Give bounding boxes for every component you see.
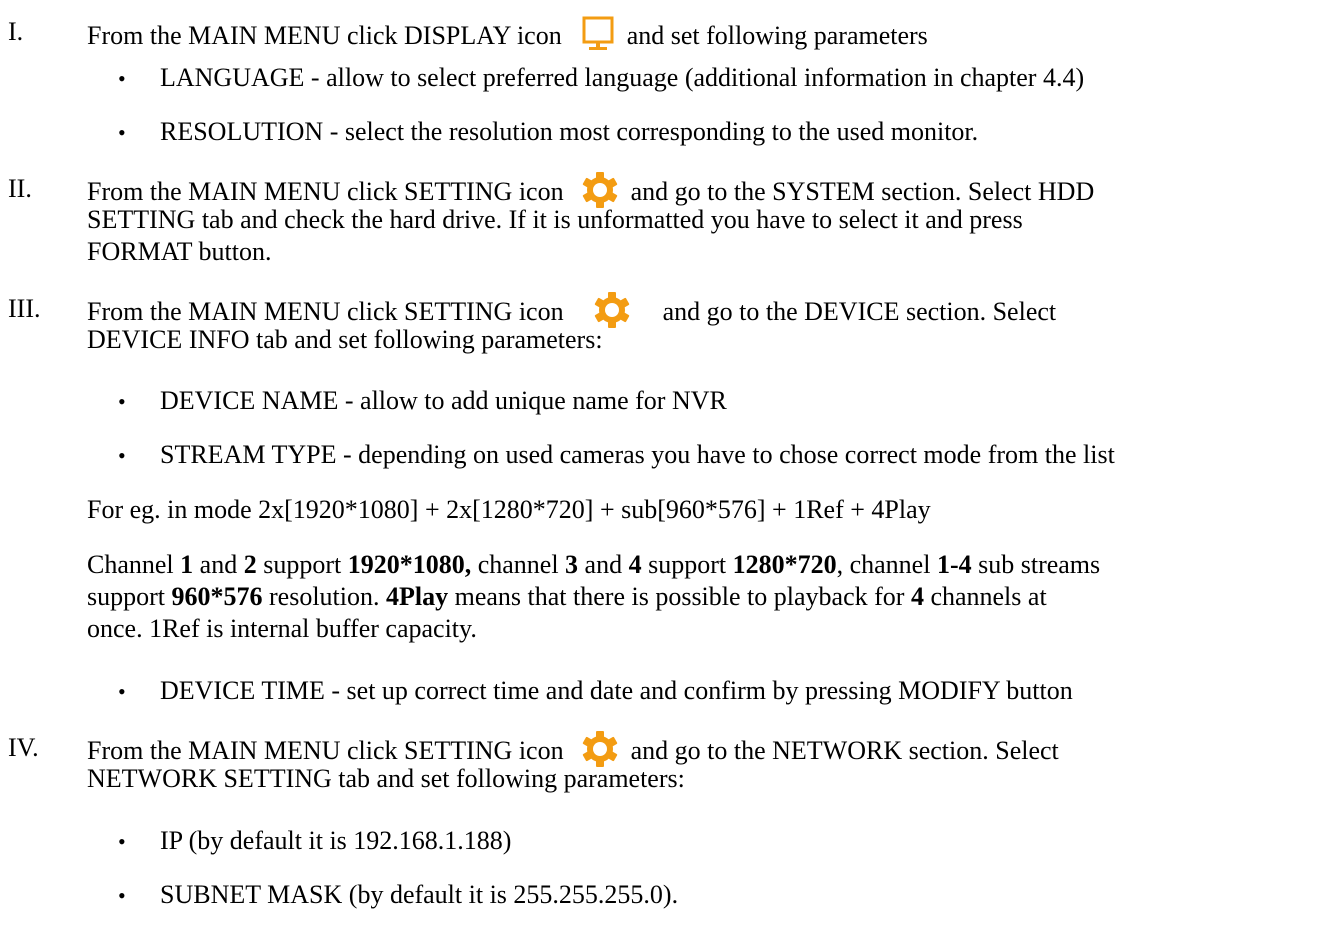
bullet-marker: • [118,120,126,145]
step-1-numeral: I. [8,17,24,46]
step-4-numeral: IV. [8,733,39,762]
step-4-text-after: and go to the NETWORK section. Select [630,735,1059,765]
step-2-text-after: and go to the SYSTEM section. Select HDD [630,176,1095,206]
bullet-marker: • [118,829,126,854]
step-1-text-after: and set following parameters [626,20,928,50]
step-1-bullet-resolution: RESOLUTION - select the resolution most … [160,117,979,146]
step-3-detail-line-2: support 960*576 resolution. 4Play means … [87,582,1047,611]
step-3-text-before: From the MAIN MENU click SETTING icon [87,296,564,326]
step-3-detail-line-1: Channel 1 and 2 support 1920*1080, chann… [87,550,1101,579]
step-3-detail-line-3: once. 1Ref is internal buffer capacity. [87,614,477,643]
step-3-numeral: III. [8,294,41,323]
bullet-marker: • [118,679,126,704]
step-1-text-before: From the MAIN MENU click DISPLAY icon [87,20,562,50]
step-4-line-2: NETWORK SETTING tab and set following pa… [87,764,685,793]
step-2-numeral: II. [8,174,32,203]
step-4-bullet-subnet-mask: SUBNET MASK (by default it is 255.255.25… [160,880,679,909]
step-1-text: From the MAIN MENU click DISPLAY icon an… [87,16,928,60]
bullet-marker: • [118,443,126,468]
bullet-marker: • [118,66,126,91]
step-2-line-2: SETTING tab and check the hard drive. If… [87,205,1023,234]
step-3-text-after: and go to the DEVICE section. Select [662,296,1057,326]
display-monitor-icon [582,16,614,60]
step-3-example: For eg. in mode 2x[1920*1080] + 2x[1280*… [87,495,931,524]
step-1-bullet-language: LANGUAGE - allow to select preferred lan… [160,63,1085,92]
bullet-marker: • [118,389,126,414]
step-3-bullet-stream-type: STREAM TYPE - depending on used cameras … [160,440,1115,469]
step-3-bullet-device-time: DEVICE TIME - set up correct time and da… [160,676,1073,705]
step-2-line-3: FORMAT button. [87,237,272,266]
step-3-line-2: DEVICE INFO tab and set following parame… [87,325,603,354]
step-3-bullet-device-name: DEVICE NAME - allow to add unique name f… [160,386,727,415]
bullet-marker: • [118,883,126,908]
step-4-text-before: From the MAIN MENU click SETTING icon [87,735,564,765]
step-2-text-before: From the MAIN MENU click SETTING icon [87,176,564,206]
step-4-bullet-ip: IP (by default it is 192.168.1.188) [160,826,512,855]
